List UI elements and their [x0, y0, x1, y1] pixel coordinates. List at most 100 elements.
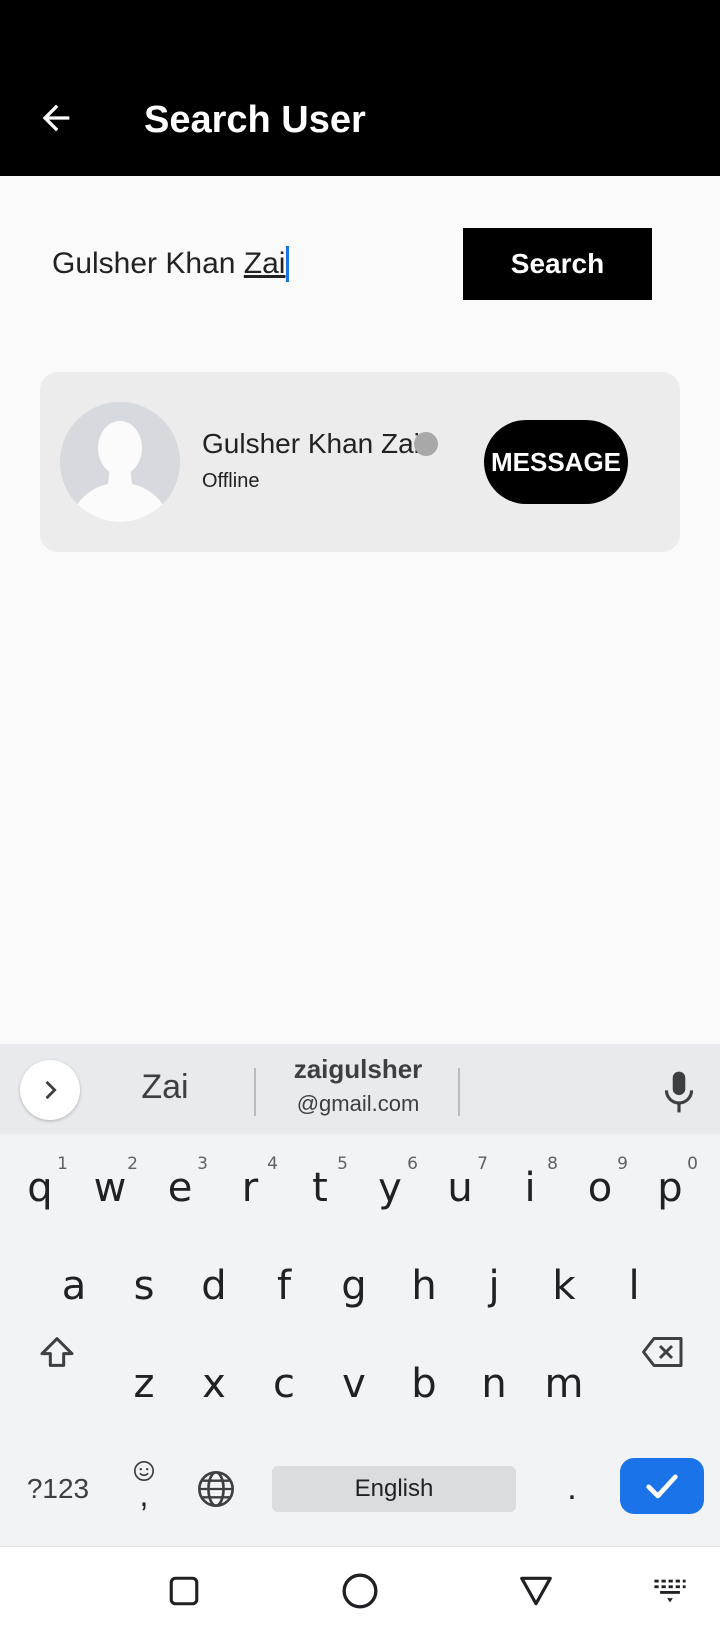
key[interactable]: g	[324, 1246, 384, 1326]
key-label: s	[133, 1263, 155, 1309]
avatar	[60, 402, 180, 522]
back-button[interactable]	[30, 92, 82, 144]
key-label: n	[481, 1361, 507, 1407]
key[interactable]: b	[394, 1344, 454, 1424]
recents-button[interactable]	[162, 1569, 206, 1613]
user-status: Offline	[202, 470, 260, 492]
search-input-text: Gulsher Khan	[52, 247, 244, 280]
microphone-icon	[664, 1071, 694, 1113]
key-label: e	[167, 1165, 193, 1211]
key[interactable]: u7	[430, 1148, 490, 1228]
status-indicator-dot	[414, 432, 438, 456]
comma-label: ,	[139, 1477, 149, 1513]
key-label: i	[524, 1165, 536, 1211]
suggestion-divider	[458, 1068, 460, 1116]
period-key[interactable]: .	[552, 1460, 592, 1516]
key[interactable]: s	[114, 1246, 174, 1326]
arrow-left-icon	[42, 104, 70, 132]
on-screen-keyboard: Zai zaigulsher @gmail.com q1w2e3r4t5y6u7…	[0, 1044, 720, 1546]
microphone-button[interactable]	[660, 1070, 698, 1114]
user-result-card[interactable]: Gulsher Khan Zai Offline MESSAGE	[40, 372, 680, 552]
key-label: l	[628, 1263, 640, 1309]
key[interactable]: e3	[150, 1148, 210, 1228]
key[interactable]: m	[534, 1344, 594, 1424]
key[interactable]: y6	[360, 1148, 420, 1228]
symbols-key[interactable]: ?123	[18, 1464, 98, 1514]
key[interactable]: z	[114, 1344, 174, 1424]
suggestion-word[interactable]: Zai	[100, 1068, 230, 1107]
key[interactable]: n	[464, 1344, 524, 1424]
key[interactable]: l	[604, 1246, 664, 1326]
key-label: y	[378, 1165, 402, 1211]
user-name: Gulsher Khan Zai	[202, 428, 420, 459]
key[interactable]: w2	[80, 1148, 140, 1228]
key-label: m	[544, 1361, 584, 1407]
emoji-comma-key[interactable]: ,	[124, 1452, 164, 1516]
suggestion-email-user: zaigulsher	[293, 1054, 423, 1084]
key-number-hint: 4	[267, 1154, 278, 1174]
app-bar: Search User	[0, 0, 720, 176]
key-label: g	[341, 1263, 367, 1309]
key-label: r	[241, 1165, 259, 1211]
key[interactable]: t5	[290, 1148, 350, 1228]
key[interactable]: h	[394, 1246, 454, 1326]
checkmark-icon	[646, 1474, 678, 1499]
suggestion-divider	[254, 1068, 256, 1116]
triangle-down-icon	[520, 1576, 552, 1606]
search-input-composing-text: Zai	[243, 247, 286, 280]
default-user-icon	[60, 402, 180, 522]
key[interactable]: i8	[500, 1148, 560, 1228]
expand-toolbar-button[interactable]	[20, 1060, 80, 1120]
circle-icon	[342, 1573, 378, 1609]
search-input[interactable]: Gulsher Khan Zai	[52, 240, 452, 288]
keyboard-icon	[654, 1579, 686, 1603]
key-label: j	[488, 1263, 500, 1309]
key[interactable]: o9	[570, 1148, 630, 1228]
key-label: z	[133, 1361, 155, 1407]
key-label: p	[657, 1165, 683, 1211]
search-button[interactable]: Search	[463, 228, 652, 300]
backspace-icon	[642, 1337, 683, 1367]
key[interactable]: k	[534, 1246, 594, 1326]
key[interactable]: v	[324, 1344, 384, 1424]
message-button[interactable]: MESSAGE	[484, 420, 628, 504]
space-key[interactable]: English	[272, 1466, 516, 1512]
key-label: t	[312, 1165, 328, 1211]
key-label: q	[27, 1165, 53, 1211]
key-label: k	[552, 1263, 576, 1309]
back-nav-button[interactable]	[514, 1569, 558, 1613]
chevron-right-icon	[45, 1080, 57, 1100]
key[interactable]: r4	[220, 1148, 280, 1228]
key[interactable]: j	[464, 1246, 524, 1326]
suggestion-email[interactable]: zaigulsher @gmail.com	[260, 1054, 456, 1117]
key[interactable]: d	[184, 1246, 244, 1326]
key-number-hint: 1	[57, 1154, 68, 1174]
key-label: f	[276, 1263, 292, 1309]
key[interactable]: a	[44, 1246, 104, 1326]
key-number-hint: 9	[617, 1154, 628, 1174]
key-number-hint: 0	[687, 1154, 698, 1174]
key-label: o	[587, 1165, 613, 1211]
key[interactable]: x	[184, 1344, 244, 1424]
key-number-hint: 7	[477, 1154, 488, 1174]
key[interactable]: f	[254, 1246, 314, 1326]
key-label: u	[447, 1165, 473, 1211]
language-key[interactable]	[192, 1464, 240, 1514]
key-label: h	[411, 1263, 437, 1309]
key-label: d	[201, 1263, 227, 1309]
enter-key[interactable]	[620, 1458, 704, 1514]
key[interactable]: p0	[640, 1148, 700, 1228]
key[interactable]: c	[254, 1344, 314, 1424]
globe-icon	[198, 1471, 234, 1507]
shift-icon	[40, 1337, 74, 1367]
backspace-key[interactable]	[634, 1324, 692, 1380]
key-number-hint: 6	[407, 1154, 418, 1174]
page-title: Search User	[144, 99, 366, 141]
keyboard-switch-button[interactable]	[648, 1569, 692, 1613]
suggestion-email-domain: @gmail.com	[296, 1091, 420, 1116]
key-number-hint: 8	[547, 1154, 558, 1174]
key[interactable]: q1	[10, 1148, 70, 1228]
text-cursor	[286, 246, 290, 282]
home-button[interactable]	[338, 1569, 382, 1613]
shift-key[interactable]	[30, 1324, 84, 1380]
